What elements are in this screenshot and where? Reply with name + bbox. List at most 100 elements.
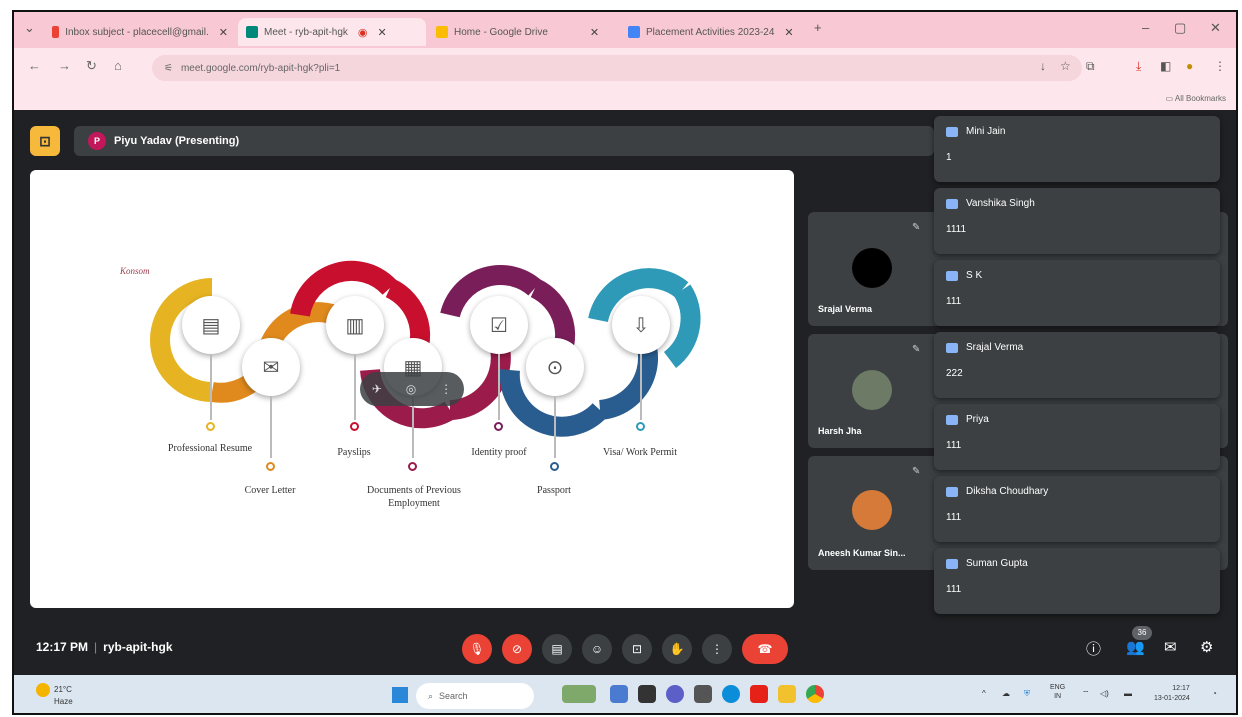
calculator-icon[interactable] (694, 685, 712, 703)
chat-notification[interactable]: S K 111 (934, 260, 1220, 326)
chrome-icon[interactable] (806, 685, 824, 703)
people-icon[interactable]: 👥 (1126, 638, 1145, 656)
close-icon[interactable]: ✕ (378, 26, 387, 39)
shared-slide: Konsom ▤ ✉ ▥ ▦ ☑ ⊙ ⇩ Professional Resume… (30, 170, 794, 608)
more-options-button[interactable]: ⋮ (702, 634, 732, 664)
forward-icon[interactable]: → (58, 58, 71, 73)
chat-notification[interactable]: Priya 111 (934, 404, 1220, 470)
address-bar[interactable]: ⚟ meet.google.com/ryb-apit-hgk?pli=1 (152, 55, 1082, 81)
cover-letter-icon: ✉ (242, 338, 300, 396)
extensions-icon[interactable]: ⧉ (1086, 59, 1095, 74)
weather-widget[interactable]: 21°C Haze (36, 683, 73, 707)
youtube-icon[interactable] (750, 685, 768, 703)
tab-meet[interactable]: Meet - ryb-apit-hgk ◉ ✕ (238, 18, 426, 46)
chat-notification[interactable]: Diksha Choudhary 111 (934, 476, 1220, 542)
clock-date: 13-01-2024 (1154, 694, 1190, 702)
bookmark-star-icon[interactable]: ☆ (1060, 59, 1071, 73)
battery-icon[interactable]: ▬ (1124, 689, 1132, 698)
chat-notification[interactable]: Srajal Verma 222 (934, 332, 1220, 398)
wifi-icon[interactable]: ⌔ (1082, 689, 1090, 699)
chevron-up-icon[interactable]: ^ (982, 689, 986, 698)
close-window-icon[interactable]: ✕ (1210, 20, 1221, 36)
participant-name: Srajal Verma (818, 304, 873, 314)
language-indicator[interactable]: ENG IN (1050, 683, 1065, 701)
marker-dot (494, 422, 503, 431)
meeting-details-icon[interactable]: ⓘ (1086, 638, 1101, 659)
task-view-icon[interactable] (638, 685, 656, 703)
maximize-icon[interactable]: ▢ (1174, 20, 1186, 36)
system-clock[interactable]: 12:17 13-01-2024 (1154, 684, 1190, 704)
pin-line (354, 354, 356, 420)
captions-button[interactable]: ▤ (542, 634, 572, 664)
download-icon[interactable]: ↓ (1040, 59, 1046, 73)
mic-off-icon: ✎ (912, 222, 921, 233)
leave-call-button[interactable]: ☎ (742, 634, 788, 664)
sidepanel-icon[interactable]: ◧ (1160, 59, 1171, 73)
chat-notification[interactable]: Vanshika Singh 1111 (934, 188, 1220, 254)
pin-icon[interactable]: ✈ (372, 382, 382, 396)
fullscreen-icon[interactable]: ◎ (406, 382, 416, 396)
present-icon[interactable]: ⊡ (30, 126, 60, 156)
tab-drive[interactable]: Home - Google Drive ✕ (428, 18, 618, 46)
drive-icon (436, 26, 448, 38)
close-icon[interactable]: ✕ (219, 26, 228, 39)
widget-app-icon[interactable] (562, 685, 596, 703)
mic-off-icon: ✎ (912, 344, 921, 355)
step-label: Documents of Previous Employment (367, 485, 461, 509)
all-bookmarks[interactable]: ▭ All Bookmarks (1166, 94, 1226, 103)
folder-icon: ▭ (1165, 94, 1175, 103)
identity-proof-icon: ☑ (470, 296, 528, 354)
chat-sender: Priya (966, 414, 989, 425)
reactions-button[interactable]: ☺ (582, 634, 612, 664)
url-text: meet.google.com/ryb-apit-hgk?pli=1 (180, 62, 341, 74)
taskbar-search[interactable]: ⌕ Search (416, 683, 534, 709)
step-label: Identity proof (471, 447, 527, 458)
menu-icon[interactable]: ⋮ (1214, 59, 1226, 73)
volume-icon[interactable]: ◁) (1100, 689, 1109, 698)
new-tab-button[interactable]: + (814, 20, 822, 35)
security-icon[interactable]: ⛨ (1024, 689, 1030, 699)
present-button[interactable]: ⊡ (622, 634, 652, 664)
chat-sender: Srajal Verma (966, 342, 1024, 353)
chat-notification[interactable]: Suman Gupta 111 (934, 548, 1220, 614)
meeting-info: 12:17 PM | ryb-apit-hgk (36, 640, 173, 654)
reload-icon[interactable]: ↻ (86, 58, 97, 74)
close-icon[interactable]: ✕ (784, 26, 793, 39)
minimize-icon[interactable]: – (1142, 20, 1149, 35)
chat-message: 222 (946, 368, 963, 379)
chat-app-icon[interactable] (666, 685, 684, 703)
home-icon[interactable]: ⌂ (114, 58, 122, 73)
tab-label: Placement Activities 2023-24 (646, 26, 775, 38)
activities-icon[interactable]: ⚙ (1200, 638, 1213, 656)
chat-message: 111 (946, 296, 962, 307)
chat-message: 111 (946, 584, 962, 595)
hang-up-icon: ☎ (757, 642, 773, 656)
chat-icon[interactable]: ✉ (1164, 638, 1177, 656)
chat-icon (946, 558, 958, 569)
tab-search-icon[interactable]: ⌄ (24, 20, 35, 36)
raise-hand-button[interactable]: ✋ (662, 634, 692, 664)
tab-label: Meet - ryb-apit-hgk (264, 26, 348, 38)
tab-docs[interactable]: Placement Activities 2023-24 ✕ (620, 18, 812, 46)
avatar (852, 490, 892, 530)
windows-start-icon[interactable] (392, 687, 408, 703)
weather-temp: 21°C (54, 685, 72, 695)
profile-icon[interactable]: ● (1186, 59, 1193, 73)
more-options-icon[interactable]: ⋮ (440, 382, 452, 396)
downloads-icon[interactable]: ⤓ (1136, 59, 1141, 74)
file-explorer-icon[interactable] (778, 685, 796, 703)
resume-icon: ▤ (182, 296, 240, 354)
camera-off-button[interactable]: ⊘ (502, 634, 532, 664)
chat-notification[interactable]: Mini Jain 1 (934, 116, 1220, 182)
notification-bell-icon[interactable]: ◔ (1212, 689, 1217, 698)
avatar (852, 248, 892, 288)
edge-icon[interactable] (722, 685, 740, 703)
browser-toolbar: ← → ↻ ⌂ ⚟ meet.google.com/ryb-apit-hgk?p… (14, 48, 1236, 110)
close-icon[interactable]: ✕ (590, 26, 599, 39)
site-info-icon[interactable]: ⚟ (164, 63, 173, 74)
onedrive-icon[interactable]: ☁ (1002, 689, 1010, 698)
copilot-icon[interactable] (610, 685, 628, 703)
tab-gmail[interactable]: Inbox subject - placecell@gmail. ✕ (44, 18, 236, 46)
back-icon[interactable]: ← (28, 58, 41, 73)
mic-off-button[interactable]: 🎙 (462, 634, 492, 664)
